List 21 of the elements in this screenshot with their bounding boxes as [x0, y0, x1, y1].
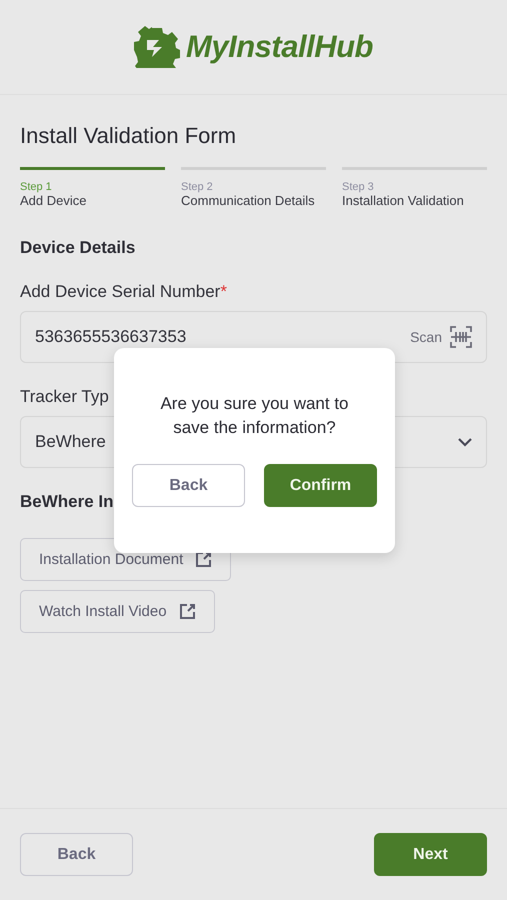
field-label: Tracker Typ	[20, 387, 109, 407]
field-label: Add Device Serial Number*	[20, 282, 227, 302]
back-button[interactable]: Back	[20, 833, 133, 876]
step-tab[interactable]: Step 2 Communication Details	[181, 167, 326, 208]
barcode-scan-icon	[450, 326, 472, 348]
section-heading: BeWhere In	[20, 492, 115, 512]
brand-logo-text: MyInstallHub	[186, 29, 373, 65]
section-heading: Device Details	[20, 238, 136, 258]
chevron-down-icon	[458, 438, 472, 446]
form-title: Install Validation Form	[20, 123, 238, 149]
external-link-icon	[195, 551, 212, 568]
step-tab[interactable]: Step 3 Installation Validation	[342, 167, 487, 208]
required-mark: *	[220, 282, 227, 301]
next-button[interactable]: Next	[374, 833, 487, 876]
link-button[interactable]: Watch Install Video	[20, 590, 215, 633]
scan-button[interactable]: Scan	[410, 326, 472, 348]
step-tab[interactable]: Step 1 Add Device	[20, 167, 165, 208]
confirm-button[interactable]: Confirm	[264, 464, 377, 507]
external-link-icon	[178, 603, 196, 620]
back-button[interactable]: Back	[132, 464, 245, 507]
dialog-message: Are you sure you want to save the information?	[159, 393, 350, 439]
